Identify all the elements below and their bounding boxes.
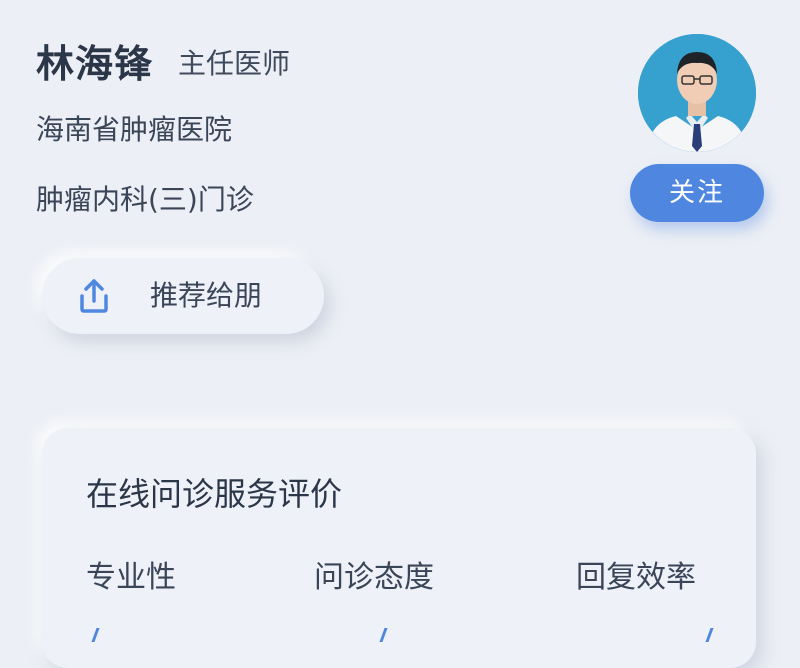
- metric-professionalism: 专业性: [86, 560, 176, 595]
- share-button-label: 推荐给朋: [150, 279, 263, 312]
- doctor-title: 主任医师: [178, 47, 291, 80]
- rating-card-title: 在线问诊服务评价: [86, 475, 343, 513]
- metric-attitude: 问诊态度: [314, 560, 434, 595]
- recommend-to-friend-button[interactable]: 推荐给朋: [42, 258, 324, 334]
- online-consultation-rating-card: 在线问诊服务评价 专业性 问诊态度 回复效率: [42, 428, 756, 668]
- department-name: 肿瘤内科(三)门诊: [36, 183, 254, 216]
- doctor-name: 林海锋: [36, 42, 154, 86]
- share-icon: [74, 276, 114, 316]
- follow-button[interactable]: 关注: [630, 164, 764, 222]
- metric-response-efficiency: 回复效率: [576, 560, 696, 595]
- doctor-avatar[interactable]: [638, 34, 756, 152]
- hospital-name: 海南省肿瘤医院: [36, 113, 233, 146]
